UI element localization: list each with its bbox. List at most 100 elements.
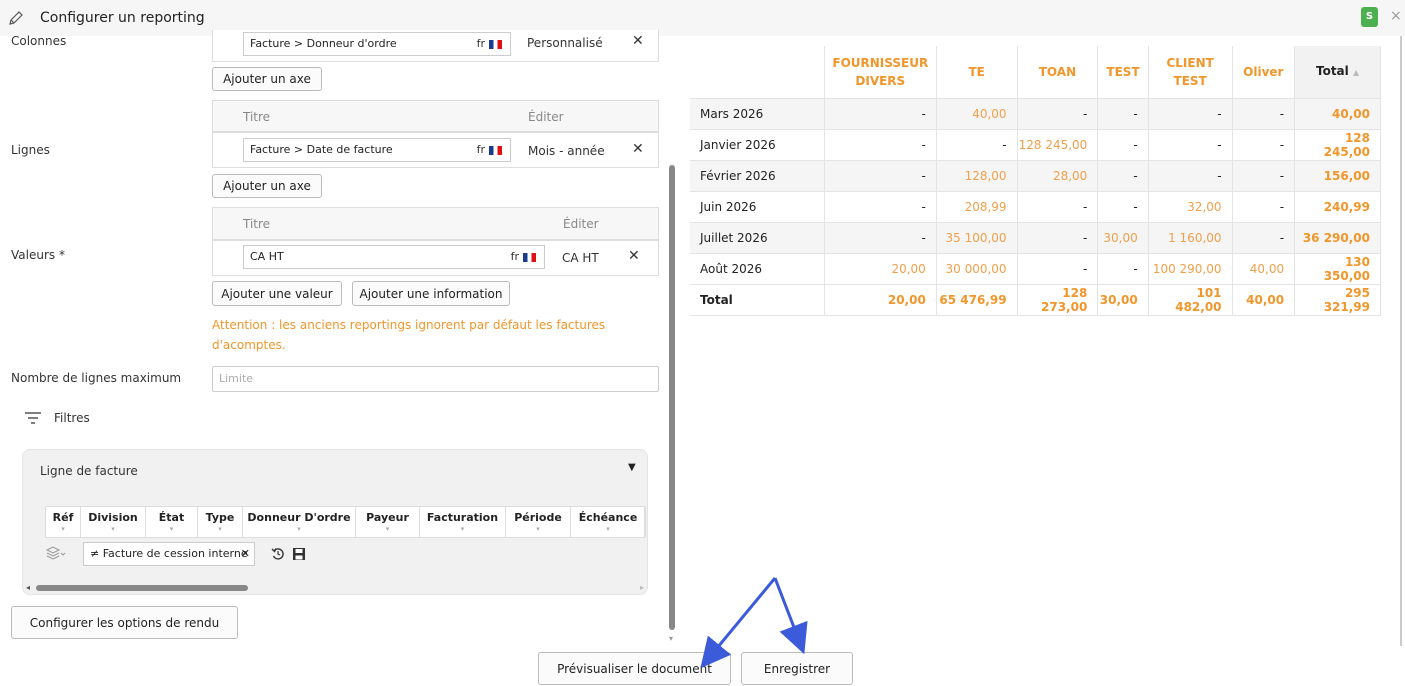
lines-lang-value: fr xyxy=(476,143,485,156)
sort-caret-icon: ▾ xyxy=(385,525,390,533)
report-row-label: Juin 2026 xyxy=(690,190,825,222)
values-field-input[interactable]: CA HT fr xyxy=(243,245,545,269)
remove-filter-icon[interactable]: ✕ xyxy=(241,543,250,565)
values-lang-select[interactable]: fr xyxy=(511,250,536,263)
col-etat[interactable]: État ▾ xyxy=(146,507,198,537)
add-line-axis-button[interactable]: Ajouter un axe xyxy=(212,174,322,198)
close-icon[interactable]: × xyxy=(1390,8,1402,24)
report-cell: - xyxy=(824,221,937,253)
sort-asc-icon: ▲ xyxy=(1352,67,1360,77)
horizontal-scrollbar[interactable]: ◂ ▸ xyxy=(26,583,644,593)
report-row-label: Février 2026 xyxy=(690,159,825,191)
report-row: Février 2026-128,00 28,00- - -156,00 xyxy=(690,159,1381,191)
collapse-caret-icon[interactable]: ▼ xyxy=(628,462,636,473)
values-edit-header: Éditer xyxy=(563,217,599,231)
col-periode[interactable]: Période ▾ xyxy=(506,507,571,537)
filter-chip[interactable]: ≠ Facture de cession interne ✕ xyxy=(83,542,255,566)
report-col-header: TOAN xyxy=(1017,46,1099,98)
total-col-header[interactable]: Total ▲ xyxy=(1294,46,1381,98)
scroll-left-icon[interactable]: ◂ xyxy=(26,583,30,592)
values-title-header: Titre xyxy=(243,217,271,231)
warning-message: Attention : les anciens reportings ignor… xyxy=(212,318,606,352)
total-col-label: Total xyxy=(1315,63,1349,78)
scroll-right-icon[interactable]: ▸ xyxy=(640,583,644,592)
arrow-to-preview xyxy=(700,577,777,669)
report-cell: - xyxy=(1148,159,1233,191)
add-information-button[interactable]: Ajouter une information xyxy=(352,281,510,306)
remove-value-icon[interactable]: ✕ xyxy=(628,248,640,264)
columns-field-input[interactable]: Facture > Donneur d'ordre fr xyxy=(243,32,511,56)
preview-document-button[interactable]: Prévisualiser le document xyxy=(538,652,731,685)
report-total-cell: 40,00 xyxy=(1232,283,1296,316)
sort-caret-icon: ▾ xyxy=(606,525,610,533)
filter-icon[interactable] xyxy=(24,411,42,425)
report-cell: 20,00 xyxy=(824,252,937,284)
report-cell: - xyxy=(936,128,1018,160)
report-cell: 35 100,00 xyxy=(936,221,1018,253)
add-column-axis-button[interactable]: Ajouter un axe xyxy=(212,67,322,91)
report-cell: - xyxy=(824,128,937,160)
horizontal-scroll-thumb[interactable] xyxy=(36,585,248,591)
columns-lang-select[interactable]: fr xyxy=(477,37,502,50)
report-row: Juin 2026-208,99- -32,00-240,99 xyxy=(690,190,1381,222)
columns-field-value: Facture > Donneur d'ordre xyxy=(250,37,397,50)
report-row-label: Mars 2026 xyxy=(690,97,825,129)
col-etat-label: État xyxy=(158,511,185,524)
fr-flag-icon xyxy=(489,39,502,49)
report-header-row: FOURNISSEUR DIVERS TE TOAN TEST CLIENT T… xyxy=(690,46,1381,98)
report-cell: - xyxy=(1017,190,1099,222)
report-total-cell: 65 476,99 xyxy=(936,283,1018,316)
layers-icon[interactable] xyxy=(45,545,67,561)
report-cell: 128,00 xyxy=(936,159,1018,191)
col-donneur-ordre-label: Donneur D'ordre xyxy=(247,511,351,524)
report-row-total: 130 350,00 xyxy=(1294,252,1381,284)
pencil-icon xyxy=(9,11,23,25)
remove-columns-axis-icon[interactable]: ✕ xyxy=(632,33,644,49)
col-periode-label: Période xyxy=(514,511,562,524)
reset-icon[interactable] xyxy=(270,546,286,562)
report-cell: - xyxy=(1232,128,1296,160)
report-body: Mars 2026-40,00- - - -40,00 Janvier 2026- -12… xyxy=(690,97,1381,316)
report-cell: 1 160,00 xyxy=(1148,221,1233,253)
page-scrollbar[interactable] xyxy=(1400,36,1402,646)
save-button[interactable]: Enregistrer xyxy=(741,652,853,685)
report-cell: - xyxy=(1017,97,1099,129)
report-total-cell: 30,00 xyxy=(1097,283,1149,316)
scroll-down-icon[interactable]: ▾ xyxy=(669,634,673,643)
report-col-header: TEST xyxy=(1097,46,1149,98)
report-row-total: 128 245,00 xyxy=(1294,128,1381,160)
report-cell: - xyxy=(1148,128,1233,160)
fr-flag-icon xyxy=(523,252,536,262)
col-type-label: Type xyxy=(205,511,235,524)
save-filter-icon[interactable] xyxy=(292,547,306,561)
col-donneur-ordre[interactable]: Donneur D'ordre ▾ xyxy=(243,507,356,537)
columns-lang-value: fr xyxy=(476,37,485,50)
arrow-to-save xyxy=(773,577,808,655)
report-row-label: Juillet 2026 xyxy=(690,221,825,253)
col-echeance-label: Échéance xyxy=(578,511,638,524)
col-division[interactable]: Division ▾ xyxy=(81,507,146,537)
report-col-header: FOURNISSEUR DIVERS xyxy=(824,46,937,98)
lines-lang-select[interactable]: fr xyxy=(477,143,502,156)
col-ref[interactable]: Réf ▾ xyxy=(46,507,81,537)
report-cell: 208,99 xyxy=(936,190,1018,222)
remove-lines-axis-icon[interactable]: ✕ xyxy=(632,141,644,157)
render-options-button[interactable]: Configurer les options de rendu xyxy=(11,606,238,639)
report-row: Janvier 2026- -128 245,00- - -128 245,00 xyxy=(690,128,1381,160)
user-avatar[interactable]: S xyxy=(1361,7,1378,27)
col-payeur[interactable]: Payeur ▾ xyxy=(356,507,420,537)
report-cell: - xyxy=(1097,97,1149,129)
report-row-total: 40,00 xyxy=(1294,97,1381,129)
col-type[interactable]: Type ▾ xyxy=(198,507,243,537)
report-col-header: Oliver xyxy=(1232,46,1296,98)
sort-caret-icon: ▾ xyxy=(297,525,301,533)
report-cell: - xyxy=(1097,252,1149,284)
col-echeance[interactable]: Échéance ▾ xyxy=(571,507,646,537)
max-lines-input[interactable]: Limite xyxy=(212,366,659,392)
report-cell: 32,00 xyxy=(1148,190,1233,222)
vertical-scroll-thumb[interactable] xyxy=(669,165,675,630)
col-facturation[interactable]: Facturation ▾ xyxy=(420,507,506,537)
add-value-button[interactable]: Ajouter une valeur xyxy=(212,281,342,306)
lines-field-input[interactable]: Facture > Date de facture fr xyxy=(243,138,511,162)
report-cell: 30 000,00 xyxy=(936,252,1018,284)
